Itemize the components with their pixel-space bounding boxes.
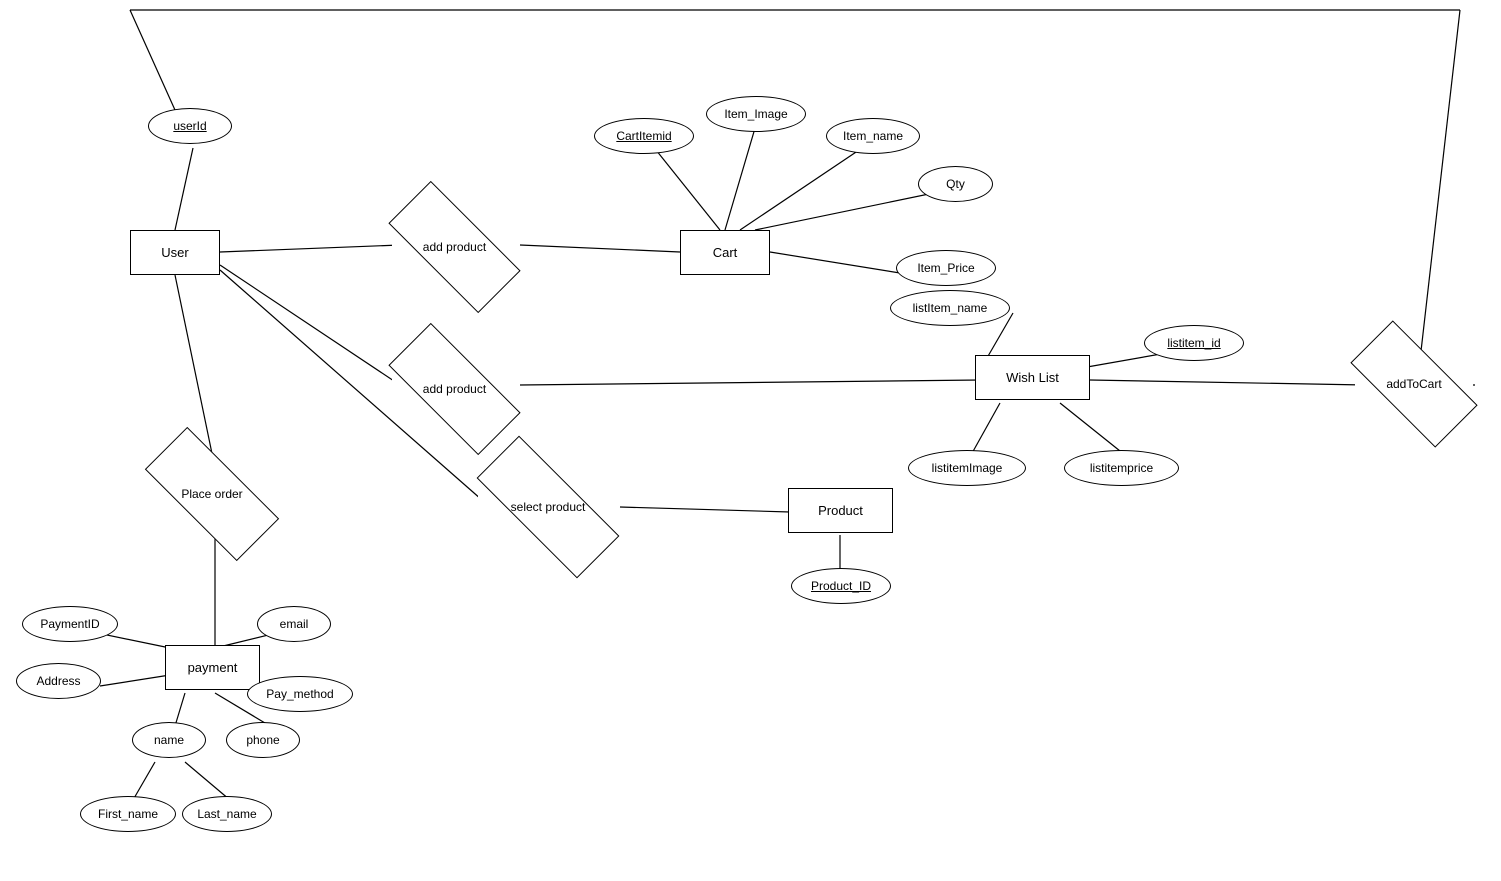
ellipse-cartitemid: CartItemid <box>594 118 694 154</box>
er-diagram-canvas: User Cart Wish List Product payment add … <box>0 0 1501 881</box>
diamond-add-to-cart: addToCart <box>1355 355 1473 413</box>
entity-user: User <box>130 230 220 275</box>
ellipse-item-name: Item_name <box>826 118 920 154</box>
diamond-add-product2: add product <box>392 360 517 418</box>
ellipse-userid: userId <box>148 108 232 144</box>
diamond-place-order: Place order <box>148 465 276 523</box>
ellipse-address: Address <box>16 663 101 699</box>
entity-cart: Cart <box>680 230 770 275</box>
ellipse-email: email <box>257 606 331 642</box>
ellipse-item-image: Item_Image <box>706 96 806 132</box>
ellipse-phone: phone <box>226 722 300 758</box>
ellipse-listitem-name: listItem_name <box>890 290 1010 326</box>
ellipse-qty: Qty <box>918 166 993 202</box>
entity-payment: payment <box>165 645 260 690</box>
ellipse-item-price: Item_Price <box>896 250 996 286</box>
ellipse-listitem-price: listitemprice <box>1064 450 1179 486</box>
ellipse-first-name: First_name <box>80 796 176 832</box>
entity-wishlist: Wish List <box>975 355 1090 400</box>
ellipse-payment-id: PaymentID <box>22 606 118 642</box>
ellipse-product-id: Product_ID <box>791 568 891 604</box>
ellipse-last-name: Last_name <box>182 796 272 832</box>
diamond-add-product1: add product <box>392 218 517 276</box>
diamond-select-product: select product <box>478 478 618 536</box>
ellipse-listitem-id: listitem_id <box>1144 325 1244 361</box>
ellipse-name: name <box>132 722 206 758</box>
entity-product: Product <box>788 488 893 533</box>
ellipse-listitem-image: listitemImage <box>908 450 1026 486</box>
ellipse-pay-method: Pay_method <box>247 676 353 712</box>
